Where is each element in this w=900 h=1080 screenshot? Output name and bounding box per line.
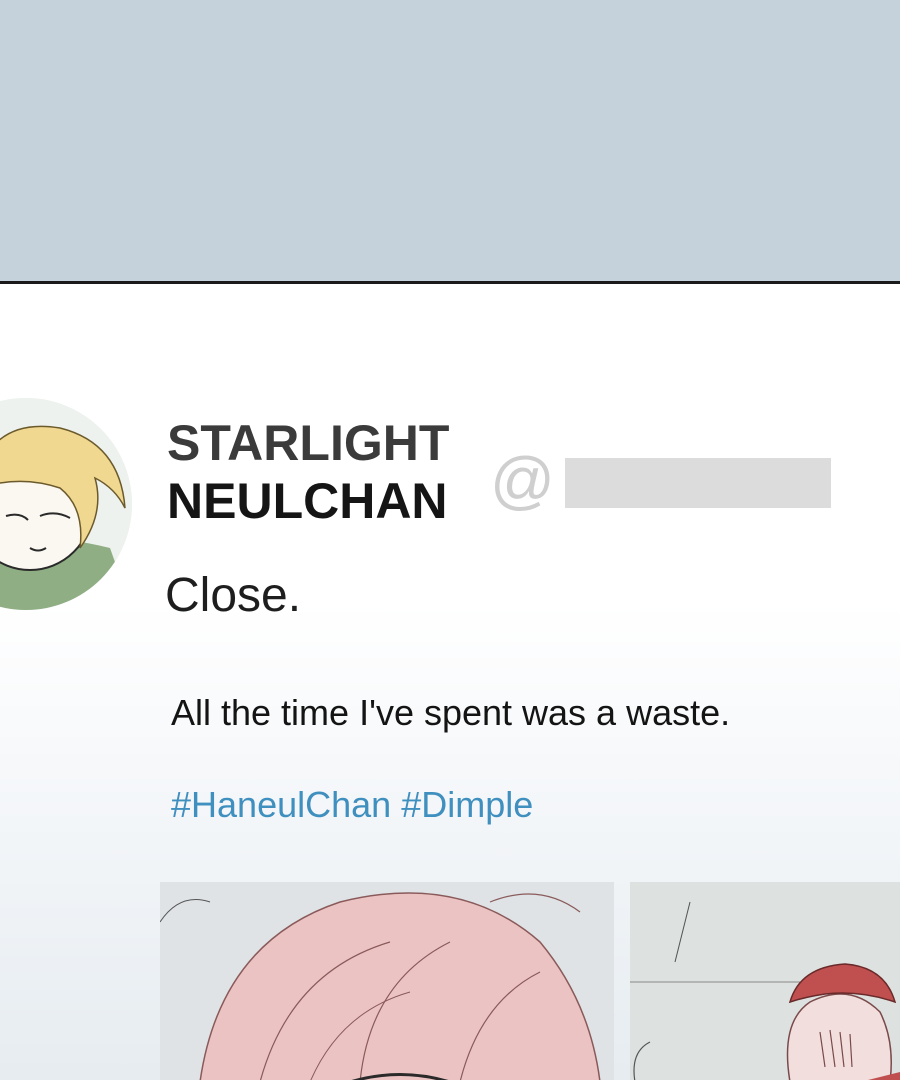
author-name-line1[interactable]: STARLIGHT [167,418,449,476]
author-name[interactable]: STARLIGHT NEULCHAN [167,418,449,526]
author-name-line2[interactable]: NEULCHAN [167,476,449,526]
post-image[interactable] [630,882,900,1080]
hashtag-link[interactable]: #HaneulChan [171,784,391,825]
avatar[interactable] [0,398,132,610]
at-icon: @ [490,444,555,516]
post-image-illustration [630,882,900,1080]
post-image-illustration [160,882,614,1080]
post-status: Close. [165,569,302,622]
social-post: STARLIGHT NEULCHAN @ Close. All the time… [0,284,900,1080]
top-background-band [0,0,900,282]
post-body: All the time I've spent was a waste. [171,692,731,733]
hashtag-link[interactable]: #Dimple [401,784,533,825]
hashtag-list: #HaneulChan #Dimple [171,787,533,823]
post-image[interactable] [160,882,614,1080]
redacted-handle [565,458,831,508]
avatar-illustration [0,398,132,610]
